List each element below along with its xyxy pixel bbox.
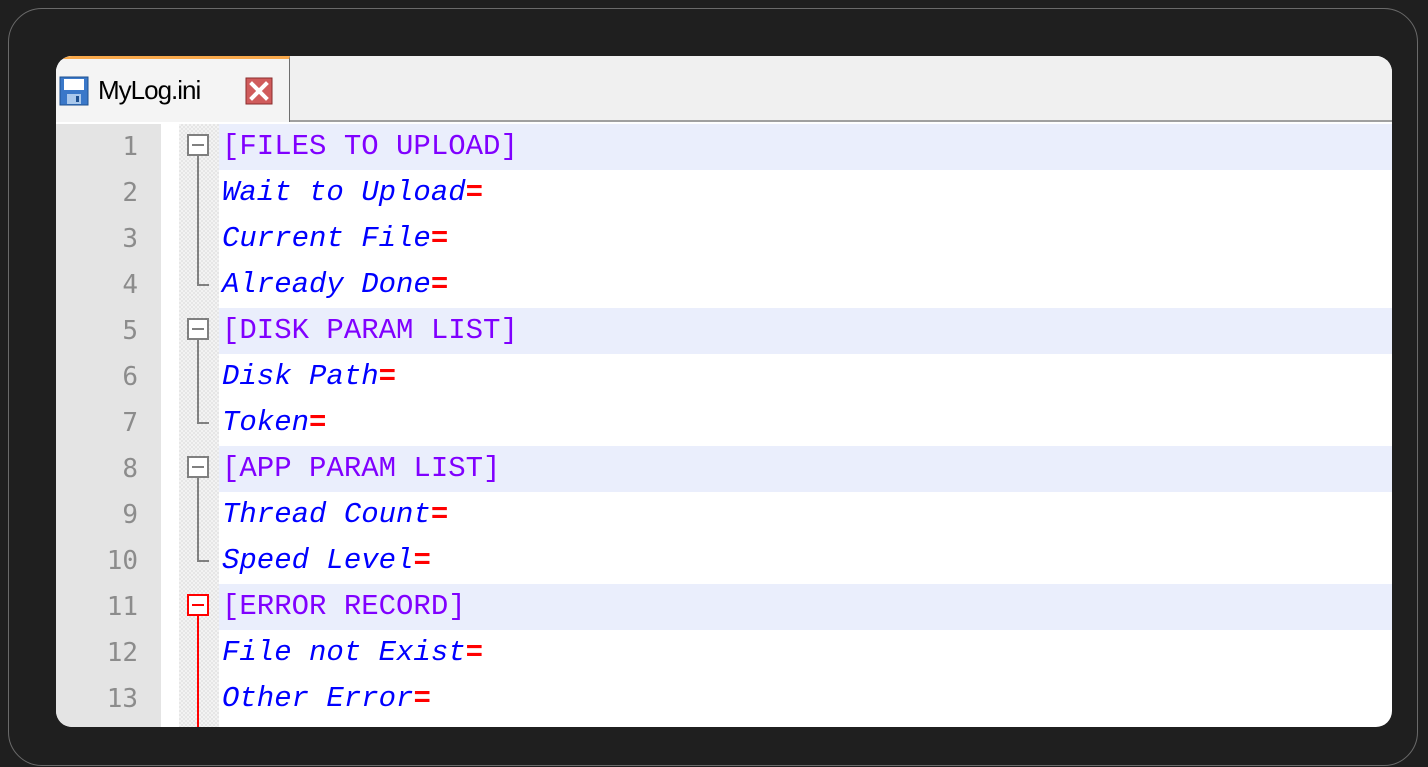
line-text: [APP PARAM LIST]: [222, 454, 500, 484]
equals-sign: =: [309, 406, 327, 439]
ini-key: Wait to Upload: [222, 176, 466, 209]
fold-guide-line: [197, 156, 199, 285]
section-line[interactable]: 11 [ERROR RECORD]: [56, 584, 1392, 630]
line-text: Token=: [222, 408, 326, 438]
line-text: Already Done=: [222, 270, 448, 300]
ini-key: Speed Level: [222, 544, 414, 577]
fold-toggle-icon[interactable]: [187, 318, 209, 340]
line-number: 12: [106, 638, 138, 668]
section-header: [APP PARAM LIST]: [222, 452, 501, 485]
line-number: 1: [122, 132, 138, 162]
editor-window: MyLog.ini 1 [FILES TO UPLOAD] 2 Wait to Upl…: [56, 56, 1392, 727]
line-number: 13: [106, 684, 138, 714]
equals-sign: =: [465, 176, 484, 209]
equals-sign: =: [413, 682, 431, 715]
fold-guide-line: [197, 616, 199, 727]
fold-toggle-icon[interactable]: [187, 456, 209, 478]
fold-end-marker: [197, 560, 209, 562]
section-line[interactable]: 8 [APP PARAM LIST]: [56, 446, 1392, 492]
ini-key: Already Done: [222, 268, 431, 301]
equals-sign: =: [430, 268, 449, 301]
tab-label: MyLog.ini: [98, 75, 201, 105]
line-number: 5: [122, 316, 138, 346]
line-text: Speed Level=: [222, 546, 431, 576]
key-line[interactable]: 6 Disk Path=: [56, 354, 1392, 400]
section-line[interactable]: 5 [DISK PARAM LIST]: [56, 308, 1392, 354]
line-number: 2: [122, 178, 138, 208]
section-header: [DISK PARAM LIST]: [222, 314, 518, 347]
key-line[interactable]: 10 Speed Level=: [56, 538, 1392, 584]
line-number: 6: [122, 362, 138, 392]
fold-end-marker: [197, 284, 209, 286]
equals-sign: =: [378, 360, 397, 393]
key-line[interactable]: 3 Current File=: [56, 216, 1392, 262]
line-text: Disk Path=: [222, 362, 396, 392]
line-text: [DISK PARAM LIST]: [222, 316, 518, 346]
fold-guide-line: [197, 340, 199, 423]
section-header: [ERROR RECORD]: [222, 590, 466, 623]
line-number: 9: [122, 500, 138, 530]
line-text: Current File=: [222, 224, 448, 254]
section-line[interactable]: 1 [FILES TO UPLOAD]: [56, 124, 1392, 170]
fold-guide-line: [197, 478, 199, 561]
ini-key: Disk Path: [222, 360, 379, 393]
key-line[interactable]: 2 Wait to Upload=: [56, 170, 1392, 216]
key-line[interactable]: 13 Other Error=: [56, 676, 1392, 722]
line-number: 7: [122, 408, 138, 438]
fold-toggle-icon[interactable]: [187, 594, 209, 616]
line-number: 8: [122, 454, 138, 484]
text-area[interactable]: 1 [FILES TO UPLOAD] 2 Wait to Upload= 3 Curre…: [56, 124, 1392, 727]
line-number: 11: [106, 592, 138, 622]
key-line[interactable]: 12 File not Exist=: [56, 630, 1392, 676]
save-icon: [59, 76, 89, 106]
line-text: [ERROR RECORD]: [222, 592, 466, 622]
key-line[interactable]: 4 Already Done=: [56, 262, 1392, 308]
tab-bar: MyLog.ini: [56, 56, 1392, 122]
fold-toggle-icon[interactable]: [187, 134, 209, 156]
ini-key: File not Exist: [222, 636, 466, 669]
line-text: Thread Count=: [222, 500, 448, 530]
line-number: 10: [106, 546, 138, 576]
line-text: Other Error=: [222, 684, 431, 714]
equals-sign: =: [430, 498, 449, 531]
key-line[interactable]: 7 Token=: [56, 400, 1392, 446]
line-text: Wait to Upload=: [222, 178, 483, 208]
fold-end-marker: [197, 422, 209, 424]
line-text: [FILES TO UPLOAD]: [222, 132, 518, 162]
ini-key: Other Error: [222, 682, 414, 715]
line-text: File not Exist=: [222, 638, 483, 668]
key-line[interactable]: 9 Thread Count=: [56, 492, 1392, 538]
ini-key: Current File: [222, 222, 431, 255]
line-number: 4: [122, 270, 138, 300]
close-icon[interactable]: [245, 77, 273, 105]
line-number: 3: [122, 224, 138, 254]
section-header: [FILES TO UPLOAD]: [222, 130, 518, 163]
equals-sign: =: [413, 544, 431, 577]
equals-sign: =: [465, 636, 484, 669]
tab-mylog-ini[interactable]: MyLog.ini: [56, 56, 290, 122]
ini-key: Thread Count: [222, 498, 431, 531]
ini-key: Token: [222, 406, 310, 439]
equals-sign: =: [430, 222, 449, 255]
